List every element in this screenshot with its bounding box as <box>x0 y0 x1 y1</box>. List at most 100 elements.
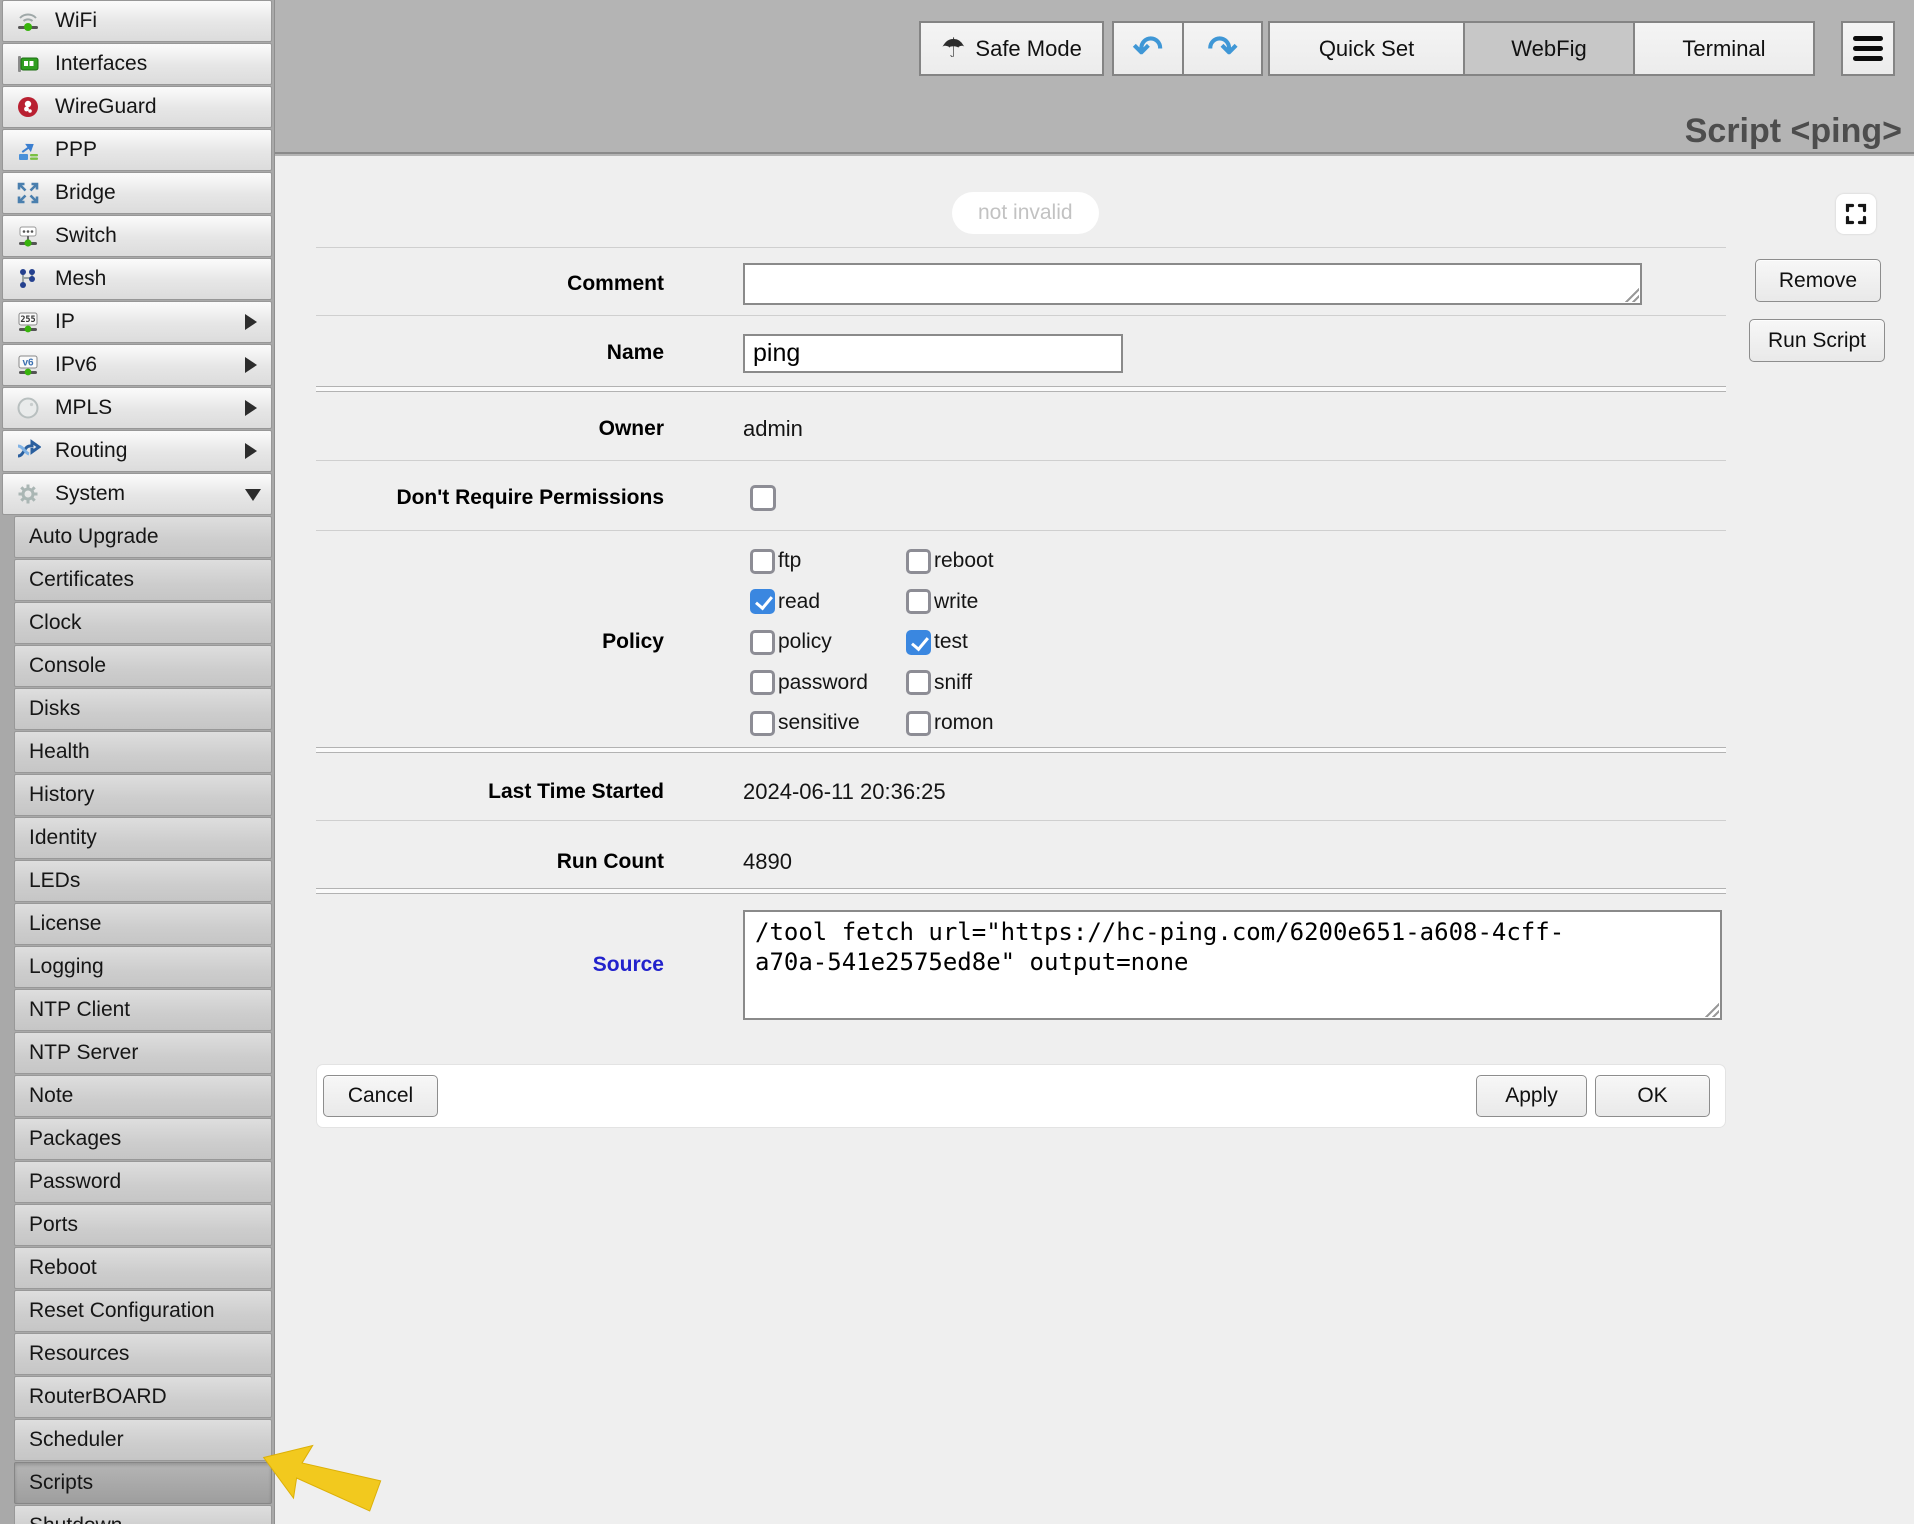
sidebar-item-ppp[interactable]: PPP <box>2 129 272 171</box>
source-input[interactable]: /tool fetch url="https://hc-ping.com/620… <box>743 910 1722 1020</box>
safe-mode-button[interactable]: ☂ Safe Mode <box>919 21 1104 76</box>
sidebar-subitem-ports[interactable]: Ports <box>14 1204 272 1246</box>
write-checkbox[interactable] <box>906 589 931 614</box>
policy-option-policy: policy <box>750 622 906 663</box>
fullscreen-button[interactable] <box>1836 194 1876 234</box>
sniff-checkbox[interactable] <box>906 670 931 695</box>
checkbox-label: read <box>778 590 820 614</box>
sidebar-subitem-reboot[interactable]: Reboot <box>14 1247 272 1289</box>
cancel-button[interactable]: Cancel <box>323 1075 438 1117</box>
sidebar-subitem-scheduler[interactable]: Scheduler <box>14 1419 272 1461</box>
expand-right-icon <box>245 314 257 330</box>
tab-webfig[interactable]: WebFig <box>1463 21 1635 76</box>
sidebar-subitem-password[interactable]: Password <box>14 1161 272 1203</box>
policy-option-read: read <box>750 582 906 623</box>
system-gear-icon <box>13 479 43 509</box>
romon-checkbox[interactable] <box>906 711 931 736</box>
policy-checkbox[interactable] <box>750 630 775 655</box>
password-checkbox[interactable] <box>750 670 775 695</box>
reboot-checkbox[interactable] <box>906 549 931 574</box>
sidebar-item-label: IP <box>55 310 75 334</box>
policy-option-sniff: sniff <box>906 663 1126 704</box>
source-field-wrap: /tool fetch url="https://hc-ping.com/620… <box>743 910 1722 1020</box>
comment-input[interactable] <box>743 263 1642 305</box>
sidebar-subitem-auto-upgrade[interactable]: Auto Upgrade <box>14 516 272 558</box>
sidebar-item-ip[interactable]: 255 IP <box>2 301 272 343</box>
subitem-label: Shutdown <box>29 1514 122 1524</box>
name-input[interactable] <box>743 334 1123 373</box>
menu-button[interactable] <box>1841 21 1895 76</box>
sidebar-item-system[interactable]: System <box>2 473 272 515</box>
subitem-label: NTP Server <box>29 1041 138 1065</box>
sidebar-item-wifi[interactable]: WiFi <box>2 0 272 42</box>
sidebar-subitem-clock[interactable]: Clock <box>14 602 272 644</box>
policy-option-write: write <box>906 582 1126 623</box>
sidebar-item-switch[interactable]: Switch <box>2 215 272 257</box>
subitem-label: Reset Configuration <box>29 1299 215 1323</box>
mesh-icon <box>13 264 43 294</box>
sidebar-subitem-routerboard[interactable]: RouterBOARD <box>14 1376 272 1418</box>
policy-option-romon: romon <box>906 703 1126 744</box>
sidebar-item-mesh[interactable]: Mesh <box>2 258 272 300</box>
subitem-label: NTP Client <box>29 998 130 1022</box>
sidebar-subitem-packages[interactable]: Packages <box>14 1118 272 1160</box>
sidebar-subitem-disks[interactable]: Disks <box>14 688 272 730</box>
sidebar-subitem-health[interactable]: Health <box>14 731 272 773</box>
sidebar-subitem-shutdown[interactable]: Shutdown <box>14 1505 272 1524</box>
apply-button[interactable]: Apply <box>1476 1075 1587 1117</box>
test-checkbox[interactable] <box>906 630 931 655</box>
subitem-label: Identity <box>29 826 97 850</box>
ok-button[interactable]: OK <box>1595 1075 1710 1117</box>
ftp-checkbox[interactable] <box>750 549 775 574</box>
sidebar-subitem-logging[interactable]: Logging <box>14 946 272 988</box>
row-divider <box>316 820 1726 821</box>
sidebar-subitem-license[interactable]: License <box>14 903 272 945</box>
sidebar-subitem-leds[interactable]: LEDs <box>14 860 272 902</box>
owner-label: Owner <box>275 415 664 443</box>
sidebar-item-interfaces[interactable]: Interfaces <box>2 43 272 85</box>
sidebar-item-mpls[interactable]: MPLS <box>2 387 272 429</box>
checkbox-label: password <box>778 671 868 695</box>
run-script-button[interactable]: Run Script <box>1749 319 1885 362</box>
sidebar-subitem-identity[interactable]: Identity <box>14 817 272 859</box>
expand-right-icon <box>245 443 257 459</box>
remove-button[interactable]: Remove <box>1755 259 1881 302</box>
source-label: Source <box>275 951 664 979</box>
last-time-started-value: 2024-06-11 20:36:25 <box>743 778 946 806</box>
dont-require-permissions-checkbox[interactable] <box>750 485 776 511</box>
policy-label: Policy <box>275 628 664 656</box>
interfaces-icon <box>13 49 43 79</box>
routing-icon <box>13 436 43 466</box>
sidebar-item-bridge[interactable]: Bridge <box>2 172 272 214</box>
sidebar-subitem-ntp-client[interactable]: NTP Client <box>14 989 272 1031</box>
tab-quick-set[interactable]: Quick Set <box>1268 21 1465 76</box>
ip-icon: 255 <box>13 307 43 337</box>
script-detail-panel: not invalid Remove Run Script Comment Na… <box>275 156 1914 1524</box>
subitem-label: LEDs <box>29 869 80 893</box>
redo-button[interactable]: ↷ <box>1182 21 1263 76</box>
sidebar-subitem-note[interactable]: Note <box>14 1075 272 1117</box>
sensitive-checkbox[interactable] <box>750 711 775 736</box>
row-divider <box>316 530 1726 531</box>
mpls-icon <box>13 393 43 423</box>
terminal-label: Terminal <box>1682 36 1765 62</box>
checkbox-label: reboot <box>934 549 994 573</box>
undo-button[interactable]: ↶ <box>1112 21 1184 76</box>
sidebar-subitem-scripts[interactable]: Scripts <box>14 1462 272 1504</box>
sidebar-subitem-history[interactable]: History <box>14 774 272 816</box>
sidebar-item-wireguard[interactable]: WireGuard <box>2 86 272 128</box>
section-divider <box>316 888 1726 894</box>
expand-right-icon <box>245 357 257 373</box>
row-divider <box>316 247 1726 248</box>
sidebar-subitem-certificates[interactable]: Certificates <box>14 559 272 601</box>
sidebar-subitem-reset-configuration[interactable]: Reset Configuration <box>14 1290 272 1332</box>
sidebar-subitem-ntp-server[interactable]: NTP Server <box>14 1032 272 1074</box>
sidebar-item-ipv6[interactable]: v6 IPv6 <box>2 344 272 386</box>
policy-option-reboot: reboot <box>906 541 1126 582</box>
sidebar-subitem-console[interactable]: Console <box>14 645 272 687</box>
read-checkbox[interactable] <box>750 589 775 614</box>
subitem-label: Reboot <box>29 1256 97 1280</box>
tab-terminal[interactable]: Terminal <box>1633 21 1815 76</box>
sidebar-subitem-resources[interactable]: Resources <box>14 1333 272 1375</box>
sidebar-item-routing[interactable]: Routing <box>2 430 272 472</box>
